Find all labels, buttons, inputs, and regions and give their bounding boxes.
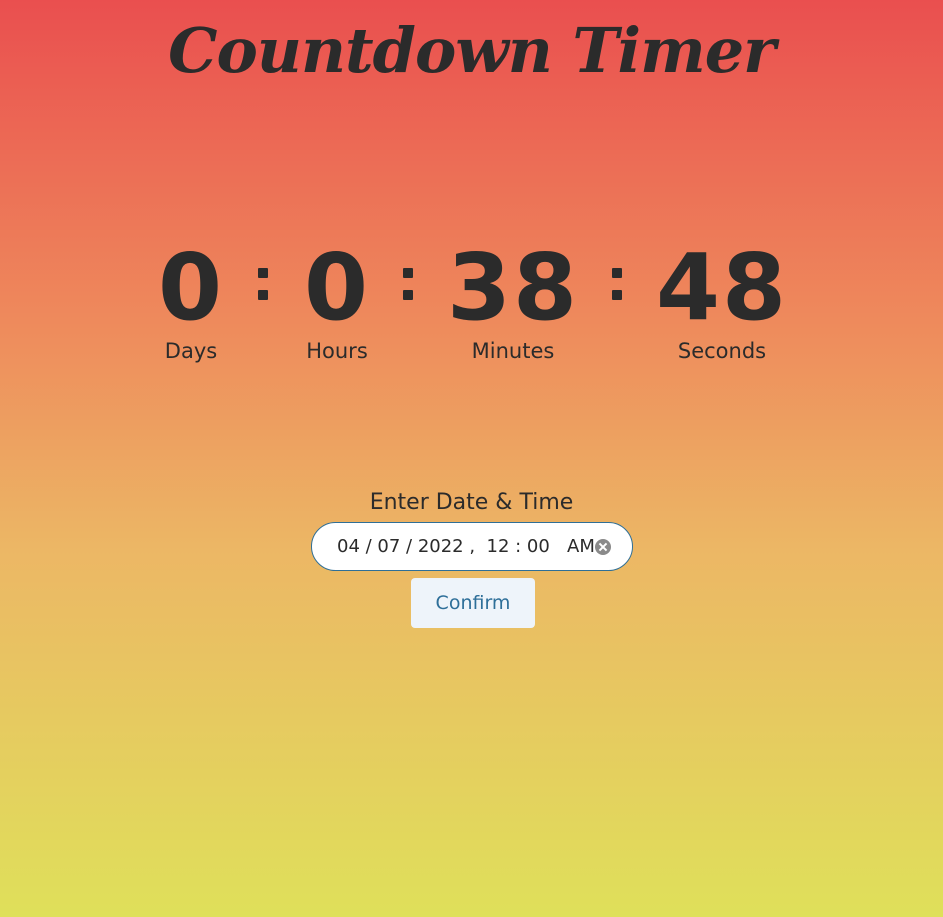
page-title: Countdown Timer bbox=[168, 14, 776, 87]
days-unit: 0 Days bbox=[150, 236, 232, 364]
minutes-value: 38 bbox=[446, 234, 580, 341]
clear-icon[interactable] bbox=[595, 539, 611, 555]
datetime-value[interactable]: 04 / 07 / 2022 , 12 : 00 AM bbox=[337, 536, 595, 557]
seconds-unit: 48 Seconds bbox=[650, 236, 794, 364]
hours-label: Hours bbox=[306, 339, 368, 363]
datetime-label: Enter Date & Time bbox=[369, 490, 574, 515]
seconds-label: Seconds bbox=[677, 339, 767, 363]
days-label: Days bbox=[164, 339, 218, 363]
datetime-input[interactable]: 04 / 07 / 2022 , 12 : 00 AM bbox=[311, 522, 633, 571]
days-value: 0 bbox=[157, 234, 224, 341]
colon-separator bbox=[253, 252, 273, 312]
confirm-button[interactable]: Confirm bbox=[411, 578, 535, 628]
colon-separator bbox=[398, 252, 418, 312]
seconds-value: 48 bbox=[655, 234, 789, 341]
colon-separator bbox=[607, 252, 627, 312]
minutes-unit: 38 Minutes bbox=[443, 236, 583, 364]
hours-unit: 0 Hours bbox=[296, 236, 378, 364]
minutes-label: Minutes bbox=[471, 339, 555, 363]
hours-value: 0 bbox=[303, 234, 370, 341]
